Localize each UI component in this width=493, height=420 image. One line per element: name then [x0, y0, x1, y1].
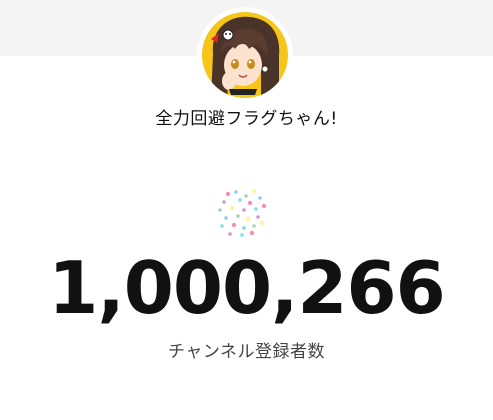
- confetti-dot: [258, 196, 262, 200]
- confetti-dot: [251, 188, 257, 194]
- confetti-dot: [259, 220, 265, 226]
- confetti-dot: [256, 215, 260, 219]
- subscriber-count-label: チャンネル登録者数: [168, 342, 325, 362]
- confetti-dot: [242, 208, 246, 212]
- confetti-dot: [218, 208, 222, 212]
- confetti-dot: [261, 203, 267, 209]
- confetti-dot: [236, 214, 240, 218]
- confetti-dot: [238, 198, 242, 202]
- confetti-dot: [231, 222, 237, 228]
- confetti-dot: [244, 194, 248, 198]
- confetti-dot: [247, 200, 253, 206]
- confetti-dot: [234, 190, 238, 194]
- confetti-dot: [254, 207, 258, 211]
- confetti-dot: [220, 224, 224, 228]
- channel-avatar: [199, 9, 291, 101]
- channel-name: 全力回避フラグちゃん!: [155, 109, 338, 129]
- subscriber-count: 1,000,266: [48, 246, 445, 330]
- confetti-dot: [225, 191, 231, 197]
- confetti-dot: [249, 230, 255, 236]
- confetti-dot: [240, 233, 244, 237]
- subscriber-count-screen: 全力回避フラグちゃん! 1,000,266 チャンネル登録者数: [0, 0, 493, 420]
- confetti-dot: [224, 216, 228, 220]
- confetti-dot: [229, 205, 235, 211]
- confetti-dot: [228, 232, 232, 236]
- confetti-dot: [242, 226, 246, 230]
- confetti-dot: [222, 200, 226, 204]
- confetti-dot: [252, 224, 256, 228]
- confetti-dot: [245, 216, 251, 222]
- avatar-anime-girl-icon: [200, 10, 290, 100]
- confetti-icon: [214, 188, 270, 240]
